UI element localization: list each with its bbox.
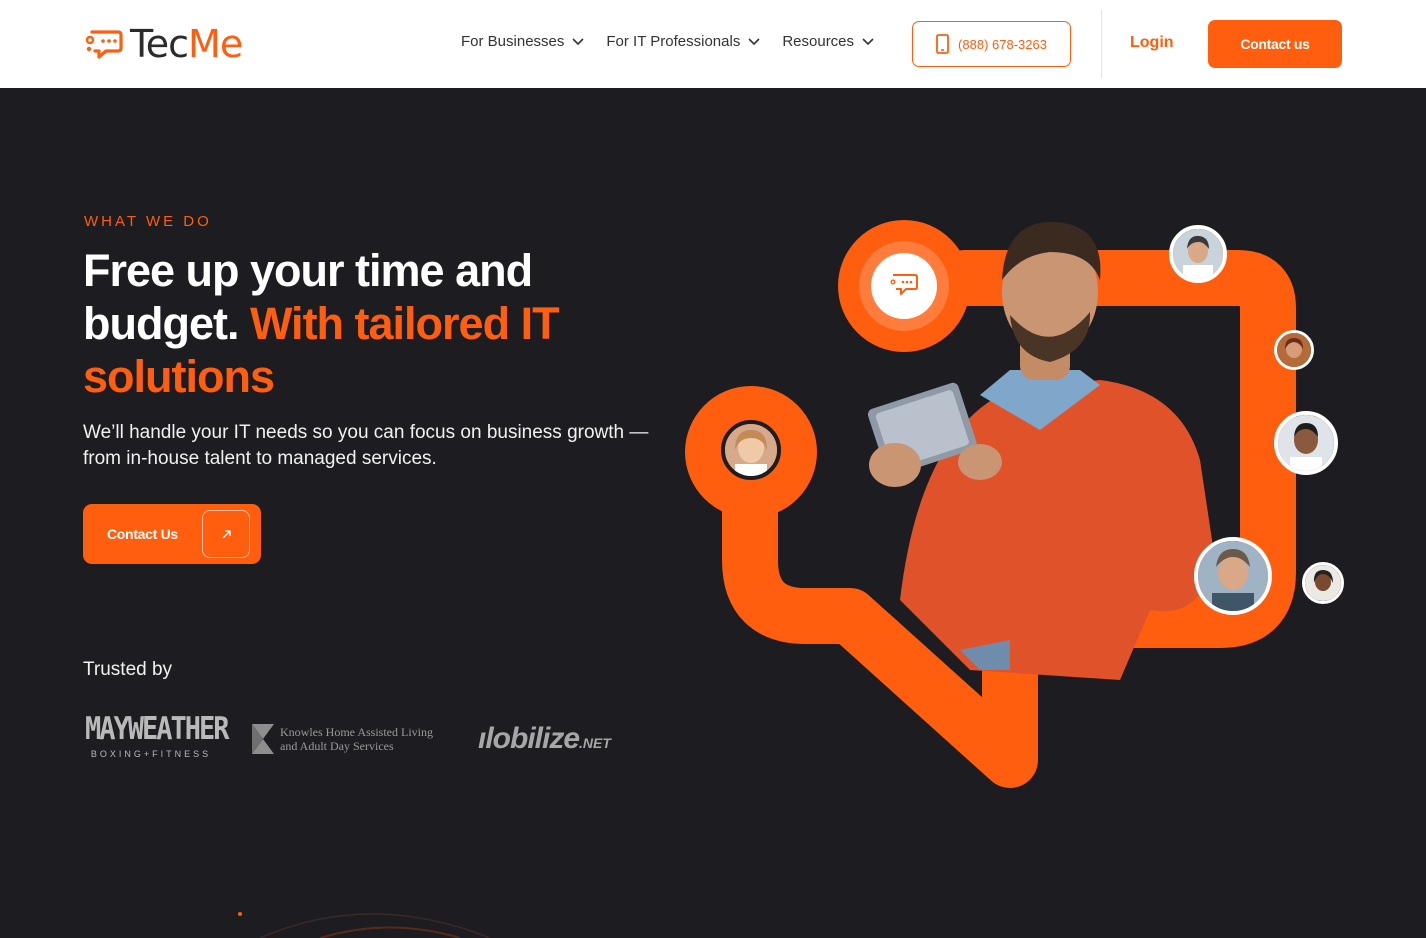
- phone-icon: [936, 34, 949, 54]
- arrow-up-right-icon: [202, 510, 250, 558]
- mayweather-logo-main: MAYWEATHER: [85, 711, 230, 748]
- logo-wordmark: TecMe: [130, 22, 243, 66]
- avatar-woman-left: [721, 420, 781, 480]
- knowles-mark-icon: [252, 724, 274, 754]
- logo-wordmark-me: Me: [188, 22, 243, 66]
- knowles-line1: Knowles Home Assisted Living: [280, 725, 433, 739]
- logo-wordmark-tec: Tec: [130, 22, 189, 66]
- site-header: TecMe For Businesses For IT Professional…: [0, 0, 1426, 88]
- chevron-down-icon: [748, 37, 760, 45]
- avatar-small-right-2: [1302, 562, 1344, 604]
- hero-headline: Free up your time and budget. With tailo…: [83, 244, 643, 403]
- nav-for-businesses[interactable]: For Businesses: [461, 33, 584, 50]
- nav-for-it-professionals-label: For IT Professionals: [606, 33, 741, 50]
- phone-button[interactable]: (888) 678-3263: [912, 21, 1071, 67]
- contact-us-button[interactable]: Contact us: [1208, 20, 1342, 68]
- chevron-down-icon: [862, 37, 874, 45]
- avatar-man-top: [1169, 225, 1227, 283]
- mayweather-logo-sub: BOXING+FITNESS: [90, 749, 212, 759]
- decorative-orbit-arcs: [238, 912, 491, 938]
- login-link[interactable]: Login: [1130, 34, 1174, 52]
- knowles-logo-text: Knowles Home Assisted Living and Adult D…: [280, 725, 433, 753]
- tecme-logo[interactable]: TecMe: [84, 22, 243, 66]
- avatar-man-bottom: [1194, 537, 1272, 615]
- hero-illustration: [680, 200, 1360, 800]
- chevron-down-icon: [572, 37, 584, 45]
- hero-subtitle: We’ll handle your IT needs so you can fo…: [83, 422, 649, 469]
- phone-number: (888) 678-3263: [958, 36, 1047, 52]
- knowles-line2: and Adult Day Services: [280, 739, 394, 753]
- mobilize-logo-main: ılobilize: [478, 722, 580, 755]
- main-nav: For Businesses For IT Professionals Reso…: [461, 33, 874, 50]
- hero-cta-label: Contact Us: [107, 526, 178, 542]
- speech-bubble-graphic: [685, 220, 1296, 788]
- knowles-logo: Knowles Home Assisted Living and Adult D…: [250, 722, 433, 756]
- hero-contact-us-button[interactable]: Contact Us: [83, 504, 261, 564]
- nav-for-it-professionals[interactable]: For IT Professionals: [606, 33, 760, 50]
- nav-resources-label: Resources: [782, 33, 855, 50]
- nav-resources[interactable]: Resources: [782, 33, 874, 50]
- mobilize-logo: ılobilize.NET: [478, 722, 611, 756]
- header-divider: [1101, 10, 1102, 78]
- chat-bubble-logo-icon: [85, 30, 123, 59]
- avatar-small-right-1: [1274, 330, 1314, 370]
- nav-for-businesses-label: For Businesses: [461, 33, 565, 50]
- mayweather-logo: MAYWEATHER BOXING+FITNESS: [85, 711, 230, 759]
- mobilize-logo-suffix: .NET: [579, 735, 611, 751]
- avatar-man-right: [1274, 411, 1338, 475]
- trusted-by-label: Trusted by: [83, 659, 173, 680]
- section-eyebrow: WHAT WE DO: [84, 213, 212, 230]
